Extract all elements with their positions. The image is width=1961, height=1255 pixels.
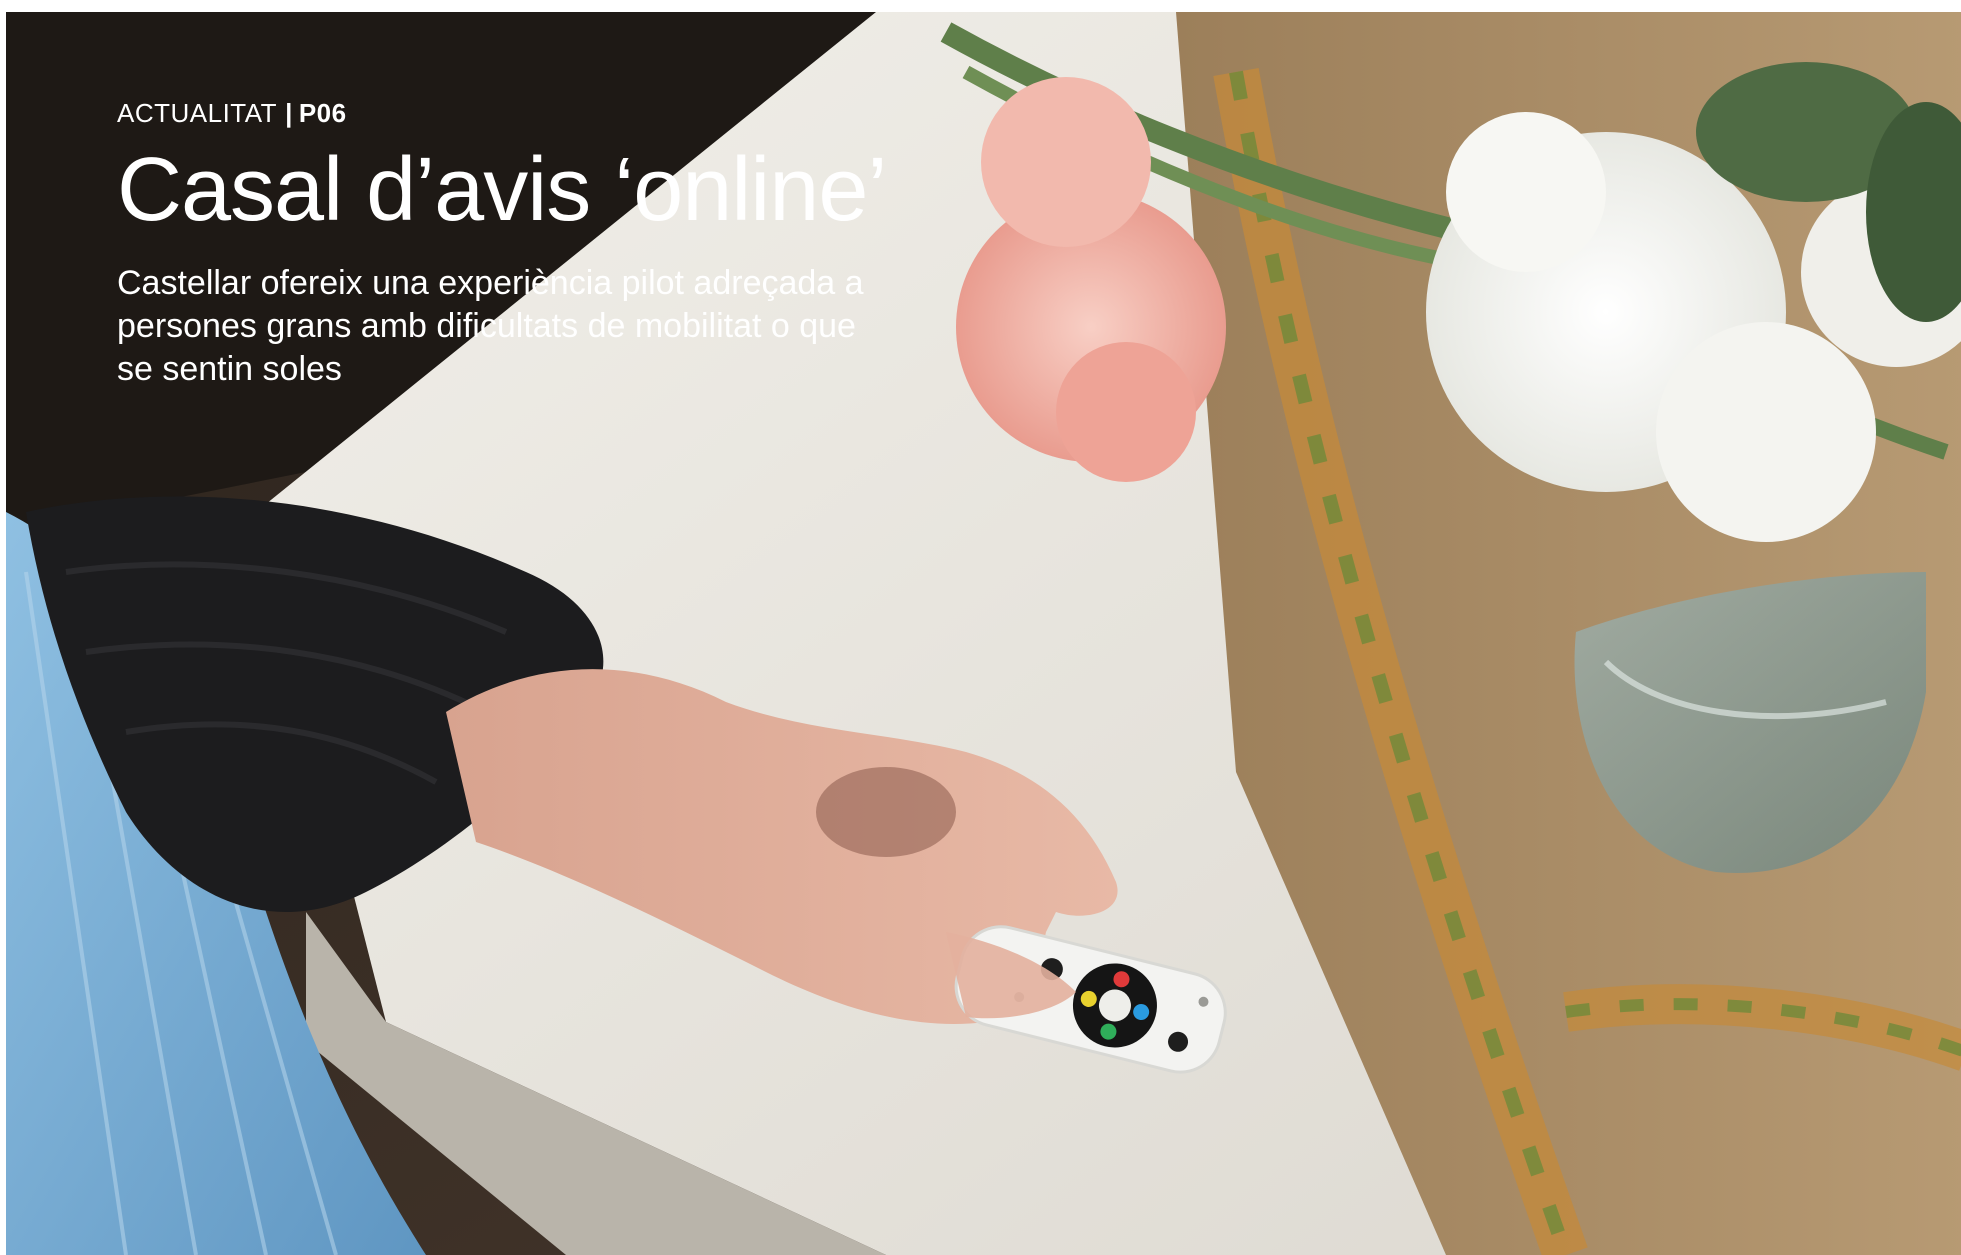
section-separator: | [285, 98, 293, 128]
magazine-page: ACTUALITAT | P06 Casal d’avis ‘online’ Cas… [0, 0, 1961, 1255]
section-name: ACTUALITAT [117, 98, 278, 128]
section-tag: ACTUALITAT | P06 [117, 96, 1017, 130]
article-subtitle: Castellar ofereix una experiència pilot … [117, 264, 864, 388]
article-title: Casal d’avis ‘online’ [117, 140, 887, 240]
headline-block: ACTUALITAT | P06 Casal d’avis ‘online’ Cas… [117, 96, 1017, 391]
page-reference: P06 [298, 98, 347, 128]
